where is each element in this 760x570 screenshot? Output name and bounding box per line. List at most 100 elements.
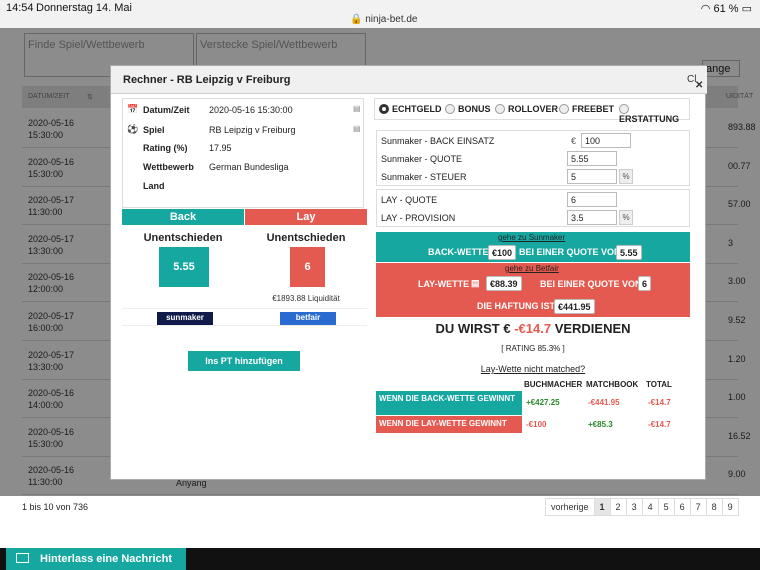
back-stake-pill: €100 (488, 245, 517, 260)
goto-sunmaker-link[interactable]: gehe zu Sunmaker (498, 233, 565, 242)
mail-icon (16, 553, 29, 563)
mode-label: ERSTATTUNG (619, 114, 680, 124)
mode-rollover[interactable]: ROLLOVER (495, 104, 558, 114)
percent-icon: % (619, 169, 633, 184)
info-match: ⚽ Spiel RB Leipzig v Freiburg ▤ (123, 121, 365, 139)
back-wins-book: +€427.25 (526, 398, 560, 407)
back-wins-match: -€441.95 (588, 398, 620, 407)
pager-info: 1 bis 10 von 736 (22, 502, 89, 512)
stake-input[interactable]: 100 (581, 133, 631, 148)
calendar-icon: 📅 (127, 104, 139, 114)
copy-icon[interactable]: ▤ (353, 104, 361, 113)
liability-label: DIE HAFTUNG IST (477, 301, 555, 311)
page-6[interactable]: 6 (673, 498, 691, 516)
leave-message-label: Hinterlass eine Nachricht (40, 553, 173, 565)
back-odds[interactable]: 5.55 (159, 247, 209, 287)
profit-amount: -€14.7 (514, 321, 552, 336)
mode-bonus[interactable]: BONUS (445, 104, 491, 114)
lay-bet-label: LAY-WETTE (418, 279, 470, 289)
quote-input[interactable]: 5.55 (567, 151, 617, 166)
back-outcome: Unentschieden (143, 232, 223, 244)
copy-icon[interactable]: ▤ (353, 124, 361, 133)
th-bookmaker: BUCHMACHER (524, 380, 583, 389)
percent-icon: % (619, 210, 633, 225)
mode-freebet[interactable]: FREEBET (559, 104, 614, 114)
close-icon[interactable]: ✕ (695, 80, 703, 91)
lay-odds[interactable]: 6 (290, 247, 325, 287)
radio-icon (495, 104, 505, 114)
back-bet-band: gehe zu Sunmaker BACK-WETTE €100 BEI EIN… (376, 232, 690, 262)
lay-comm-label: LAY - PROVISION (381, 213, 456, 223)
row-lay-wins: WENN DIE LAY-WETTE GEWINNT -€100 +€85.3 … (376, 416, 690, 433)
info-datetime: 📅 Datum/Zeit 2020-05-16 15:30:00 ▤ (123, 101, 365, 119)
radio-icon (379, 104, 389, 114)
liability-pill: €441.95 (554, 299, 595, 314)
soccer-ball-icon: ⚽ (127, 124, 139, 134)
match-value: RB Leipzig v Freiburg (209, 125, 296, 135)
tax-input[interactable]: 5 (567, 169, 617, 184)
radio-icon (619, 104, 629, 114)
mode-echtgeld[interactable]: ECHTGELD (379, 104, 442, 114)
page-8[interactable]: 8 (705, 498, 723, 516)
euro-icon: € (571, 136, 577, 146)
bet-mode-selector: ECHTGELD BONUS ROLLOVER FREEBET ERSTATTU… (374, 98, 690, 124)
modal-title: Rechner - RB Leipzig v Freiburg (123, 74, 291, 86)
profit-suffix: VERDIENEN (554, 321, 631, 336)
back-wins-label: WENN DIE BACK-WETTE GEWINNT (376, 391, 522, 415)
mode-label: FREEBET (572, 104, 615, 114)
page-4[interactable]: 4 (641, 498, 659, 516)
wifi-icon: ◠ (700, 3, 711, 15)
lay-odds-pill: 6 (638, 276, 652, 291)
lay-wins-book: -€100 (526, 420, 547, 429)
datetime-label: Datum/Zeit (143, 105, 190, 115)
page-2[interactable]: 2 (609, 498, 627, 516)
goto-betfair-link[interactable]: gehe zu Betfair (505, 264, 559, 273)
mode-label: ECHTGELD (392, 104, 442, 114)
leave-message-button[interactable]: Hinterlass eine Nachricht (6, 548, 186, 570)
page-5[interactable]: 5 (657, 498, 675, 516)
battery-indicator: ◠ 61 % ▭ (701, 2, 752, 15)
back-quote-text: BEI EINER QUOTE VON (519, 247, 621, 257)
battery-text: 61 % (713, 3, 739, 15)
rating-label: Rating (%) (143, 143, 188, 153)
back-header: Back (122, 209, 244, 225)
lay-wins-match: +€85.3 (588, 420, 613, 429)
th-matchbook: MATCHBOOK (586, 380, 639, 389)
back-wins-total: -€14.7 (648, 398, 671, 407)
stake-label: Sunmaker - BACK EINSATZ (381, 136, 495, 146)
country-label: Land (143, 181, 165, 191)
page-9[interactable]: 9 (721, 498, 739, 516)
lay-quote-input[interactable]: 6 (567, 192, 617, 207)
back-odds-pill: 5.55 (616, 245, 642, 260)
rating-summary: [ RATING 85.3% ] (501, 344, 565, 353)
sunmaker-logo[interactable]: sunmaker (157, 312, 213, 325)
lay-fields: LAY - QUOTE 6 LAY - PROVISION 3.5 % (376, 189, 690, 227)
copy-icon[interactable]: ▤ (471, 278, 480, 289)
not-matched-link[interactable]: Lay-Wette nicht matched? (376, 364, 690, 374)
calculator-modal: Rechner - RB Leipzig v Freiburg Cl ✕ 📅 D… (110, 65, 707, 480)
clock: 14:54 (6, 2, 34, 14)
back-bet-label: BACK-WETTE (428, 247, 489, 257)
back-fields: Sunmaker - BACK EINSATZ € 100 Sunmaker -… (376, 130, 690, 186)
ios-status-bar: 14:54 Donnerstag 14. Mai 🔒 ninja-bet.de … (0, 0, 760, 28)
tax-label: Sunmaker - STEUER (381, 172, 467, 182)
mode-erstattung[interactable]: ERSTATTUNG (619, 104, 689, 124)
quote-label: Sunmaker - QUOTE (381, 154, 463, 164)
page-7[interactable]: 7 (689, 498, 707, 516)
competition-label: Wettbewerb (143, 162, 194, 172)
betfair-logo[interactable]: betfair (280, 312, 336, 325)
page-1[interactable]: 1 (593, 498, 611, 516)
page-3[interactable]: 3 (625, 498, 643, 516)
logo-row: sunmaker betfair (122, 308, 367, 326)
lay-outcome: Unentschieden (266, 232, 346, 244)
mode-label: BONUS (458, 104, 491, 114)
lay-comm-input[interactable]: 3.5 (567, 210, 617, 225)
profit-summary: DU WIRST € -€14.7 VERDIENEN (376, 321, 690, 336)
lay-wins-label: WENN DIE LAY-WETTE GEWINNT (376, 416, 522, 433)
add-to-pt-button[interactable]: Ins PT hinzufügen (188, 351, 300, 371)
url-bar[interactable]: 🔒 ninja-bet.de (350, 14, 418, 25)
lay-stake-pill[interactable]: €88.39 (486, 276, 522, 291)
prev-page[interactable]: vorherige (545, 498, 595, 516)
rating-value: 17.95 (209, 143, 232, 153)
info-country: Land (123, 177, 365, 195)
